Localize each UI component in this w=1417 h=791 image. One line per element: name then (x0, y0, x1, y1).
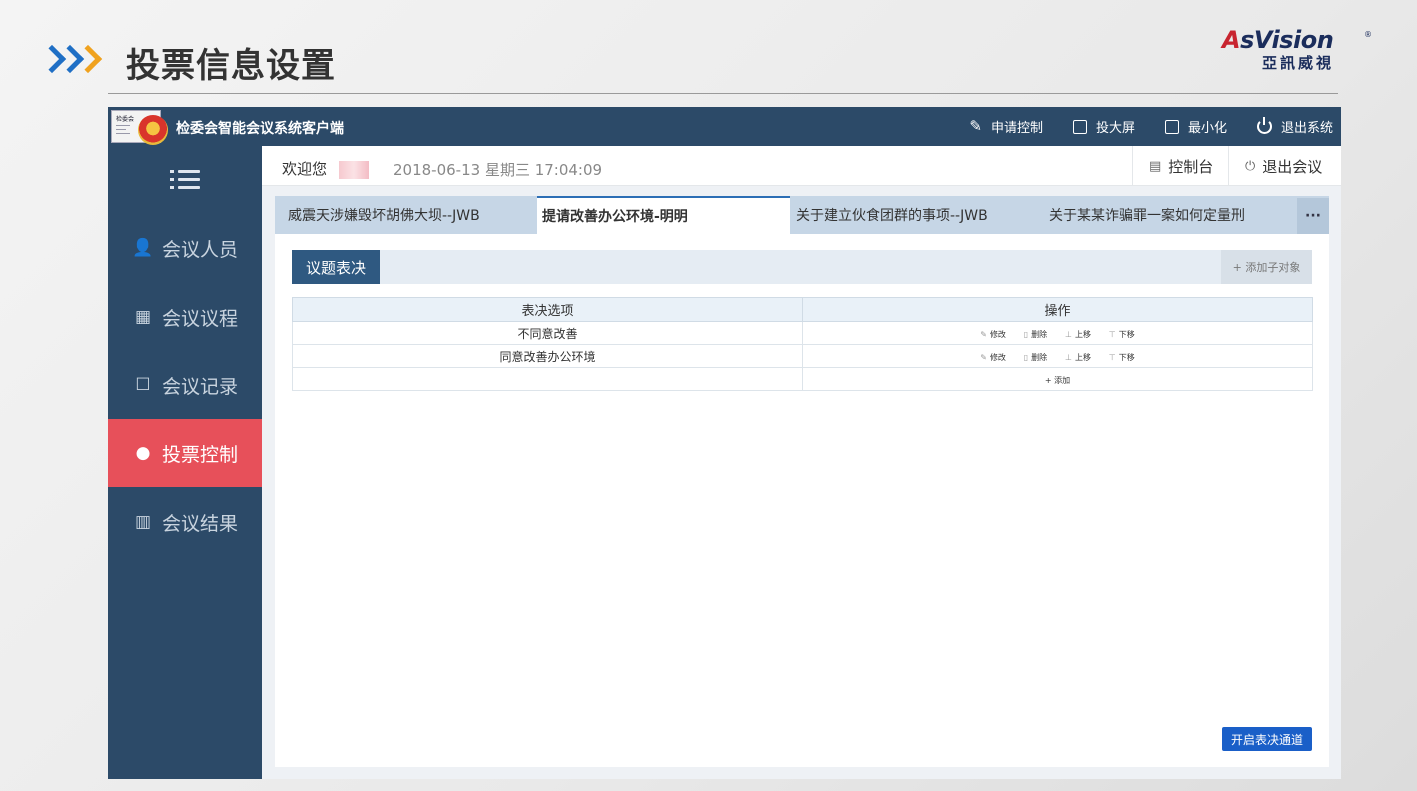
move-down-icon: ⊤ (1108, 330, 1116, 339)
sidebar-item-vote-control[interactable]: ● 投票控制 (108, 419, 262, 487)
topic-tabs: 威震天涉嫌毁坏胡佛大坝--JWB 提请改善办公环境-明明 关于建立伙食团群的事项… (275, 196, 1329, 234)
column-header-actions: 操作 (802, 297, 1313, 322)
chevron-arrows-icon (42, 43, 96, 75)
vote-options-table: 表决选项 操作 不同意改善 ✎ 修改 ▯ 删除 ⊥ 上移 ⊤ 下移 同意改善办公环境 (292, 297, 1313, 391)
open-voting-channel-button[interactable]: 开启表决通道 (1222, 727, 1312, 751)
add-option-cell: + 添加 (802, 367, 1313, 391)
app-title: 检委会智能会议系统客户端 (176, 121, 344, 137)
app-window: 检委会 检委会智能会议系统客户端 ✎ 申请控制 投大屏 最小化 退出系统 👤 会… (108, 107, 1341, 779)
slide-title: 投票信息设置 (126, 46, 336, 86)
table-row: 同意改善办公环境 ✎ 修改 ▯ 删除 ⊥ 上移 ⊤ 下移 (292, 344, 1313, 368)
menu-toggle-icon[interactable] (170, 167, 202, 193)
power-icon (1256, 117, 1272, 134)
table-header-row: 表决选项 操作 (292, 297, 1313, 322)
trash-icon: ▯ (1023, 330, 1029, 339)
edit-icon: ✎ (969, 117, 982, 135)
trash-icon: ▯ (1023, 353, 1029, 362)
welcome-bar: 欢迎您 2018-06-13 星期三 17:04:09 ▤ 控制台 ⏻ 退出会议 (262, 146, 1341, 186)
sidebar-item-records[interactable]: ☐ 会议记录 (108, 351, 262, 419)
move-up-icon: ⊥ (1065, 353, 1072, 362)
tab-topic-4[interactable]: 关于某某诈骗罪一案如何定量刑 (1049, 196, 1289, 234)
content-panel: 威震天涉嫌毁坏胡佛大坝--JWB 提请改善办公环境-明明 关于建立伙食团群的事项… (275, 196, 1329, 767)
title-divider (108, 93, 1338, 94)
minimize-button[interactable]: 最小化 (1164, 117, 1227, 136)
sidebar-item-agenda[interactable]: ▦ 会议议程 (108, 283, 262, 351)
empty-cell (292, 367, 803, 391)
emblem-icon (138, 115, 168, 145)
minimize-icon (1164, 119, 1179, 134)
slide-header: 投票信息设置 AsVision ® 亞訊威視 (0, 0, 1417, 95)
users-icon: 👤 (132, 238, 154, 258)
table-row: + 添加 (292, 367, 1313, 391)
option-cell: 不同意改善 (292, 321, 803, 345)
datetime: 2018-06-13 星期三 17:04:09 (393, 161, 603, 179)
section-title: 议题表决 (292, 250, 380, 284)
brand-logo: AsVision ® 亞訊威視 (1222, 26, 1372, 72)
pencil-icon: ✎ (980, 330, 987, 339)
move-up-button[interactable]: ⊥ 上移 (1065, 329, 1091, 340)
move-up-button[interactable]: ⊥ 上移 (1065, 352, 1091, 363)
bar-chart-icon: ▥ (134, 512, 152, 532)
welcome-label: 欢迎您 (282, 160, 328, 178)
option-cell: 同意改善办公环境 (292, 344, 803, 368)
edit-button[interactable]: ✎ 修改 (980, 329, 1006, 340)
tab-topic-2[interactable]: 提请改善办公环境-明明 (537, 196, 790, 234)
tab-topic-3[interactable]: 关于建立伙食团群的事项--JWB (796, 196, 1036, 234)
delete-button[interactable]: ▯ 删除 (1024, 329, 1047, 340)
add-sub-object-button[interactable]: + 添加子对象 (1221, 250, 1312, 284)
request-control-button[interactable]: ✎ 申请控制 (969, 117, 1043, 137)
actions-cell: ✎ 修改 ▯ 删除 ⊥ 上移 ⊤ 下移 (802, 321, 1313, 345)
delete-button[interactable]: ▯ 删除 (1024, 352, 1047, 363)
sidebar-item-results[interactable]: ▥ 会议结果 (108, 488, 262, 556)
move-down-button[interactable]: ⊤ 下移 (1109, 329, 1135, 340)
section-bar: 议题表决 + 添加子对象 (292, 250, 1312, 284)
top-bar: 检委会 检委会智能会议系统客户端 ✎ 申请控制 投大屏 最小化 退出系统 (108, 107, 1341, 146)
avatar (339, 161, 369, 179)
tab-topic-1[interactable]: 威震天涉嫌毁坏胡佛大坝--JWB (288, 196, 538, 234)
sidebar: 👤 会议人员 ▦ 会议议程 ☐ 会议记录 ● 投票控制 ▥ 会议结果 (108, 146, 262, 779)
cast-screen-button[interactable]: 投大屏 (1072, 117, 1135, 136)
sidebar-item-participants[interactable]: 👤 会议人员 (108, 214, 262, 282)
move-up-icon: ⊥ (1065, 330, 1072, 339)
console-icon: ▤ (1149, 158, 1162, 174)
more-tabs-button[interactable]: ··· (1297, 198, 1329, 234)
edit-button[interactable]: ✎ 修改 (980, 352, 1006, 363)
app-logo: 检委会 (111, 110, 168, 145)
calendar-icon: ▦ (134, 307, 152, 327)
edit-note-icon: ☐ (135, 375, 151, 395)
exit-system-button[interactable]: 退出系统 (1256, 117, 1333, 136)
move-down-icon: ⊤ (1108, 353, 1116, 362)
pencil-icon: ✎ (980, 353, 987, 362)
console-button[interactable]: ▤ 控制台 (1132, 146, 1229, 186)
move-down-button[interactable]: ⊤ 下移 (1109, 352, 1135, 363)
table-row: 不同意改善 ✎ 修改 ▯ 删除 ⊥ 上移 ⊤ 下移 (292, 321, 1313, 345)
actions-cell: ✎ 修改 ▯ 删除 ⊥ 上移 ⊤ 下移 (802, 344, 1313, 368)
column-header-option: 表决选项 (292, 297, 803, 322)
add-option-button[interactable]: + 添加 (1045, 376, 1070, 385)
screen-icon (1072, 119, 1087, 134)
group-icon: ● (135, 443, 151, 463)
exit-meeting-button[interactable]: ⏻ 退出会议 (1228, 146, 1338, 186)
power-icon: ⏻ (1245, 158, 1256, 174)
